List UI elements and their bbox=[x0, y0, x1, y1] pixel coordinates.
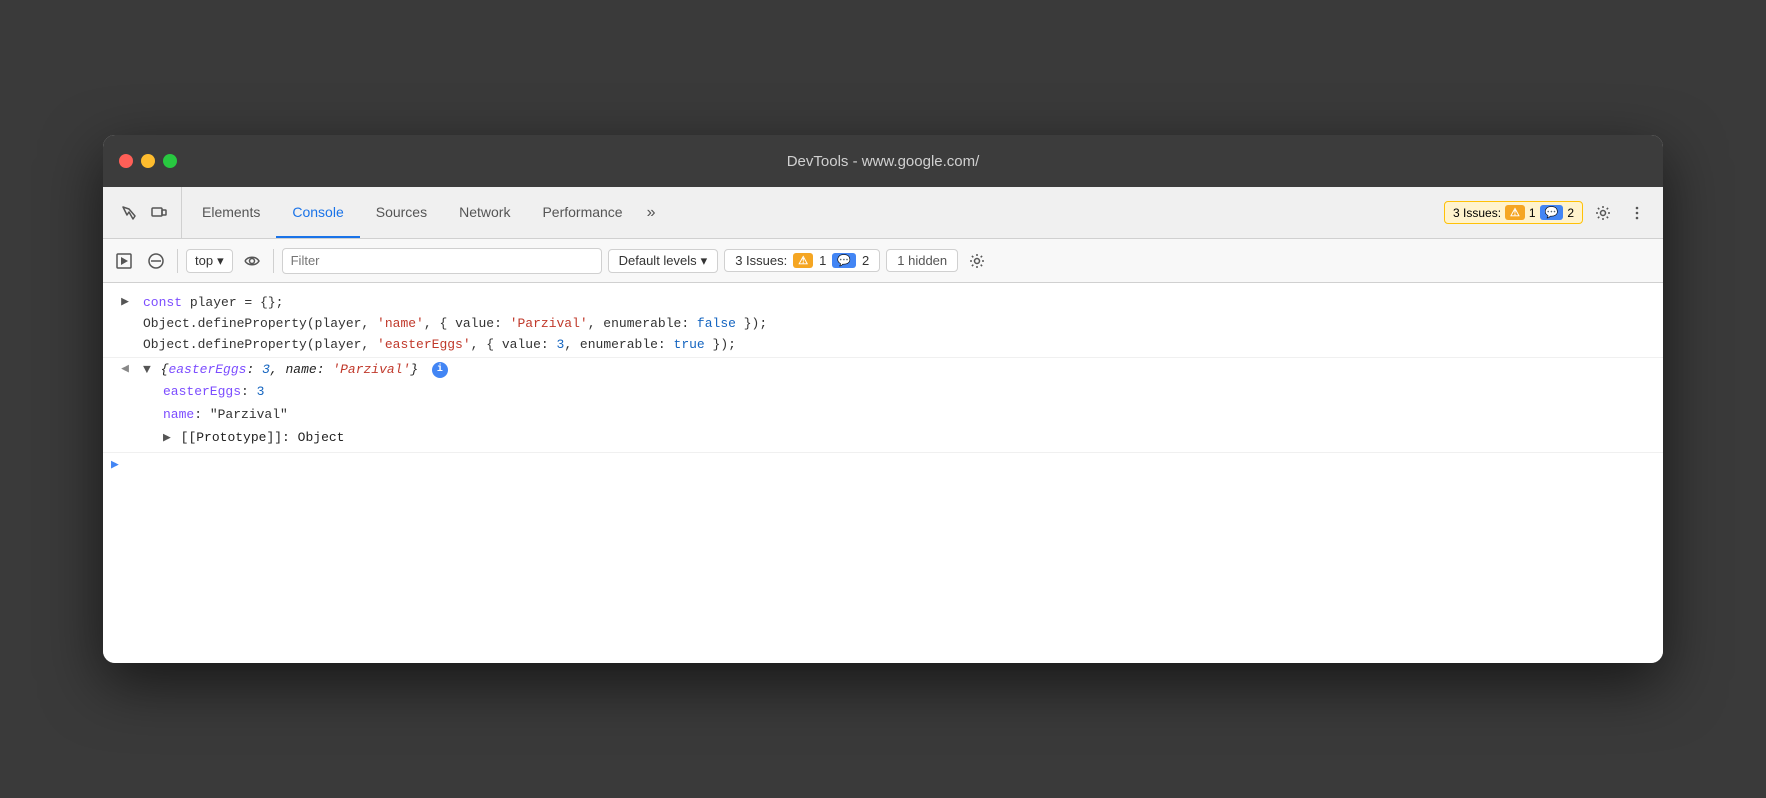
inspector-icon[interactable] bbox=[115, 199, 143, 227]
console-issues-label: 3 Issues: bbox=[735, 253, 787, 268]
tab-elements[interactable]: Elements bbox=[186, 187, 276, 238]
output-indicator: ◀ bbox=[111, 360, 139, 376]
tab-performance[interactable]: Performance bbox=[526, 187, 638, 238]
console-toolbar: top ▾ Default levels ▾ 3 Issues: ⚠ 1 💬 2… bbox=[103, 239, 1663, 283]
prop-prototype: ▶ [[Prototype]]: Object bbox=[163, 427, 1655, 450]
input-arrow[interactable]: ▶ bbox=[111, 293, 139, 309]
expand-object-arrow[interactable]: ▼ bbox=[143, 360, 151, 381]
toolbar-divider-2 bbox=[273, 249, 274, 273]
context-dropdown-icon: ▾ bbox=[217, 253, 224, 269]
hidden-count: 1 hidden bbox=[886, 249, 958, 272]
info-icon[interactable]: i bbox=[432, 362, 448, 378]
console-prompt[interactable]: ▶ bbox=[103, 453, 1663, 476]
tabs-more-button[interactable]: » bbox=[639, 187, 664, 238]
tab-actions: 3 Issues: ⚠ 1 💬 2 bbox=[1436, 187, 1659, 238]
prototype-expand-arrow[interactable]: ▶ bbox=[163, 428, 171, 449]
log-levels-label: Default levels bbox=[619, 253, 697, 268]
devtools-tabs-bar: Elements Console Sources Network Perform… bbox=[103, 187, 1663, 239]
traffic-lights bbox=[119, 154, 177, 168]
console-warn-badge: ⚠ bbox=[793, 253, 813, 268]
eye-icon[interactable] bbox=[239, 248, 265, 274]
run-snippet-icon[interactable] bbox=[111, 248, 137, 274]
more-options-icon[interactable] bbox=[1623, 199, 1651, 227]
log-levels-dropdown-icon: ▾ bbox=[701, 253, 708, 269]
console-issues-button[interactable]: 3 Issues: ⚠ 1 💬 2 bbox=[724, 249, 880, 272]
output-content: ▼ {easterEggs: 3, name: 'Parzival'} i ea… bbox=[139, 360, 1655, 449]
console-info-badge: 💬 bbox=[832, 253, 856, 268]
issues-warn-icon: ⚠ bbox=[1505, 205, 1525, 220]
clear-console-icon[interactable] bbox=[143, 248, 169, 274]
device-toolbar-icon[interactable] bbox=[145, 199, 173, 227]
settings-icon[interactable] bbox=[1589, 199, 1617, 227]
console-info-count: 2 bbox=[862, 253, 869, 268]
code-keyword: const bbox=[143, 295, 190, 310]
tab-console[interactable]: Console bbox=[276, 187, 359, 238]
issues-label: 3 Issues: bbox=[1453, 206, 1501, 220]
prop-name: name: "Parzival" bbox=[163, 404, 1655, 427]
prop-easter-eggs: easterEggs: 3 bbox=[163, 381, 1655, 404]
filter-input[interactable] bbox=[282, 248, 602, 274]
input-content: const player = {}; Object.defineProperty… bbox=[139, 293, 1655, 355]
context-label: top bbox=[195, 253, 213, 268]
maximize-button[interactable] bbox=[163, 154, 177, 168]
close-button[interactable] bbox=[119, 154, 133, 168]
console-settings-icon[interactable] bbox=[964, 248, 990, 274]
prompt-arrow-icon: ▶ bbox=[111, 457, 119, 472]
console-warn-count: 1 bbox=[819, 253, 826, 268]
context-selector[interactable]: top ▾ bbox=[186, 249, 233, 273]
console-content: ▶ const player = {}; Object.defineProper… bbox=[103, 283, 1663, 663]
log-levels-selector[interactable]: Default levels ▾ bbox=[608, 249, 719, 273]
console-input-entry: ▶ const player = {}; Object.defineProper… bbox=[103, 291, 1663, 358]
devtools-window: DevTools - www.google.com/ Elements Cons… bbox=[103, 135, 1663, 663]
toolbar-divider-1 bbox=[177, 249, 178, 273]
issues-warn-count: 1 bbox=[1529, 206, 1536, 220]
issues-badge[interactable]: 3 Issues: ⚠ 1 💬 2 bbox=[1444, 201, 1583, 224]
window-title: DevTools - www.google.com/ bbox=[787, 153, 980, 170]
object-expanded: easterEggs: 3 name: "Parzival" ▶ [[Proto… bbox=[143, 381, 1655, 449]
tab-sources[interactable]: Sources bbox=[360, 187, 443, 238]
console-output-entry: ◀ ▼ {easterEggs: 3, name: 'Parzival'} i … bbox=[103, 358, 1663, 452]
tab-network[interactable]: Network bbox=[443, 187, 526, 238]
titlebar: DevTools - www.google.com/ bbox=[103, 135, 1663, 187]
minimize-button[interactable] bbox=[141, 154, 155, 168]
issues-info-count: 2 bbox=[1567, 206, 1574, 220]
issues-info-icon: 💬 bbox=[1540, 205, 1564, 220]
tab-icon-group bbox=[107, 187, 182, 238]
